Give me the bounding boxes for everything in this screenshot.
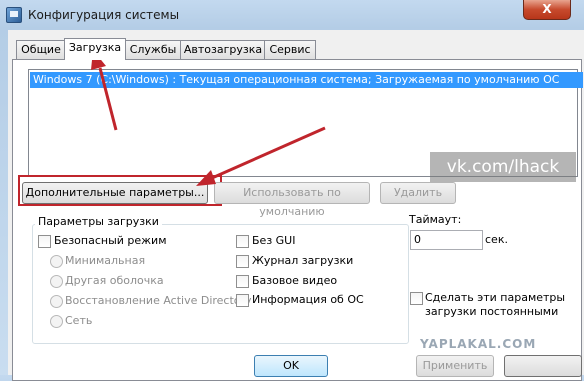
arrow-head-advanced-button: [196, 170, 216, 186]
tab-boot[interactable]: Загрузка: [64, 38, 126, 60]
system-config-window: Конфигурация системы X Общие Загрузка Сл…: [0, 0, 584, 381]
arrow-to-boot-tab: [98, 67, 118, 131]
arrow-to-advanced-button: [211, 126, 326, 180]
